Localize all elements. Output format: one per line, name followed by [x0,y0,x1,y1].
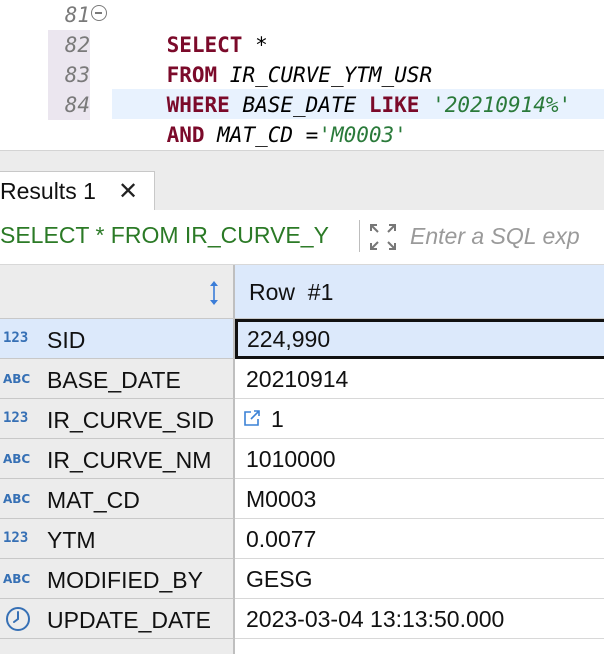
column-name-cell[interactable]: UPDATE_DATE [0,599,235,639]
code-line-83[interactable]: WHERE BASE_DATE LIKE '20210914%' [116,60,572,117]
value-cell[interactable]: 1 [235,399,604,439]
line-number: 81 [64,3,90,27]
line-number: 84 [48,90,90,120]
column-header-corner[interactable] [0,265,235,319]
value-cell[interactable]: M0003 [235,479,604,519]
table-row[interactable]: 123 YTM 0.0077 [0,519,604,559]
text-type-icon: ABC [3,492,31,506]
sql-string: '20210914%' [419,93,572,117]
line-number: 83 [48,60,90,90]
table-row[interactable]: 123 SID 224,990 [0,319,604,359]
value-cell[interactable]: 20210914 [235,359,604,399]
code-line-81[interactable]: SELECT * [116,0,268,57]
column-name: UPDATE_DATE [47,607,212,633]
sort-arrows-icon[interactable] [206,279,222,307]
column-name-cell[interactable]: ABC MODIFIED_BY [0,559,235,599]
column-name: BASE_DATE [47,367,181,393]
number-type-icon: 123 [3,410,29,426]
column-name-cell[interactable]: 123 SID [0,319,235,359]
sql-keyword: AND [166,123,205,147]
table-row-empty [0,639,604,654]
sql-operator: = [305,123,319,147]
column-name-cell[interactable]: ABC MAT_CD [0,479,235,519]
column-name: YTM [47,527,96,553]
result-grid: Row #1 123 SID 224,990 ABC BASE_DATE 202… [0,265,604,654]
column-name: IR_CURVE_NM [47,447,212,473]
cell-value: 0.0077 [246,526,317,552]
line-number: 82 [48,30,90,60]
row-header-label: Row #1 [249,279,334,305]
query-text[interactable]: SELECT * FROM IR_CURVE_Y [0,222,329,249]
fold-collapse-icon[interactable] [91,5,107,21]
filter-bar: SELECT * FROM IR_CURVE_Y [0,210,604,265]
tab-label: Results 1 [0,178,96,204]
text-type-icon: ABC [3,572,31,586]
table-row[interactable]: 123 IR_CURVE_SID 1 [0,399,604,439]
column-name-cell[interactable]: 123 YTM [0,519,235,559]
cell-value: 224,990 [247,326,331,352]
value-cell[interactable]: 0.0077 [235,519,604,559]
cell-value: 2023-03-04 13:13:50.000 [246,606,505,632]
code-line-82[interactable]: FROM IR_CURVE_YTM_USR [116,30,433,87]
column-name: IR_CURVE_SID [47,407,215,433]
column-name-cell[interactable]: ABC BASE_DATE [0,359,235,399]
sql-identifier: MAT_CD [204,123,306,147]
table-row[interactable]: ABC MAT_CD M0003 [0,479,604,519]
cell-value: 1 [271,406,284,432]
column-name: MODIFIED_BY [47,567,203,593]
value-cell[interactable]: GESG [235,559,604,599]
sql-string: 'M0003' [318,123,407,147]
cell-value: M0003 [246,486,317,512]
value-cell[interactable]: 2023-03-04 13:13:50.000 [235,599,604,639]
cell-value: 1010000 [246,446,336,472]
results-tab-bar: Results 1 ✕ [0,150,604,211]
external-link-icon[interactable] [242,408,262,428]
cell-value: GESG [246,566,313,592]
column-name: SID [47,327,86,353]
value-cell[interactable]: 1010000 [235,439,604,479]
table-row[interactable]: ABC IR_CURVE_NM 1010000 [0,439,604,479]
table-row[interactable]: ABC BASE_DATE 20210914 [0,359,604,399]
text-type-icon: ABC [3,372,31,386]
column-name-cell[interactable]: 123 IR_CURVE_SID [0,399,235,439]
number-type-icon: 123 [3,330,29,346]
close-icon[interactable]: ✕ [118,177,138,206]
cell-value: 20210914 [246,366,349,392]
text-type-icon: ABC [3,452,31,466]
tab-results-1[interactable]: Results 1 ✕ [0,171,155,211]
column-name-cell [0,639,235,654]
filter-input[interactable] [410,220,604,252]
value-cell[interactable]: 224,990 [235,319,604,359]
column-name-cell[interactable]: ABC IR_CURVE_NM [0,439,235,479]
number-type-icon: 123 [3,530,29,546]
clock-icon [6,607,30,631]
table-row[interactable]: UPDATE_DATE 2023-03-04 13:13:50.000 [0,599,604,639]
row-header[interactable]: Row #1 [235,265,604,319]
column-name: MAT_CD [47,487,140,513]
divider [359,220,360,252]
sql-editor[interactable]: 81 SELECT * 82 FROM IR_CURVE_YTM_USR 83 … [0,0,604,150]
code-line-84[interactable]: AND MAT_CD ='M0003' [116,90,407,147]
table-row[interactable]: ABC MODIFIED_BY GESG [0,559,604,599]
expand-icon[interactable] [368,222,398,252]
